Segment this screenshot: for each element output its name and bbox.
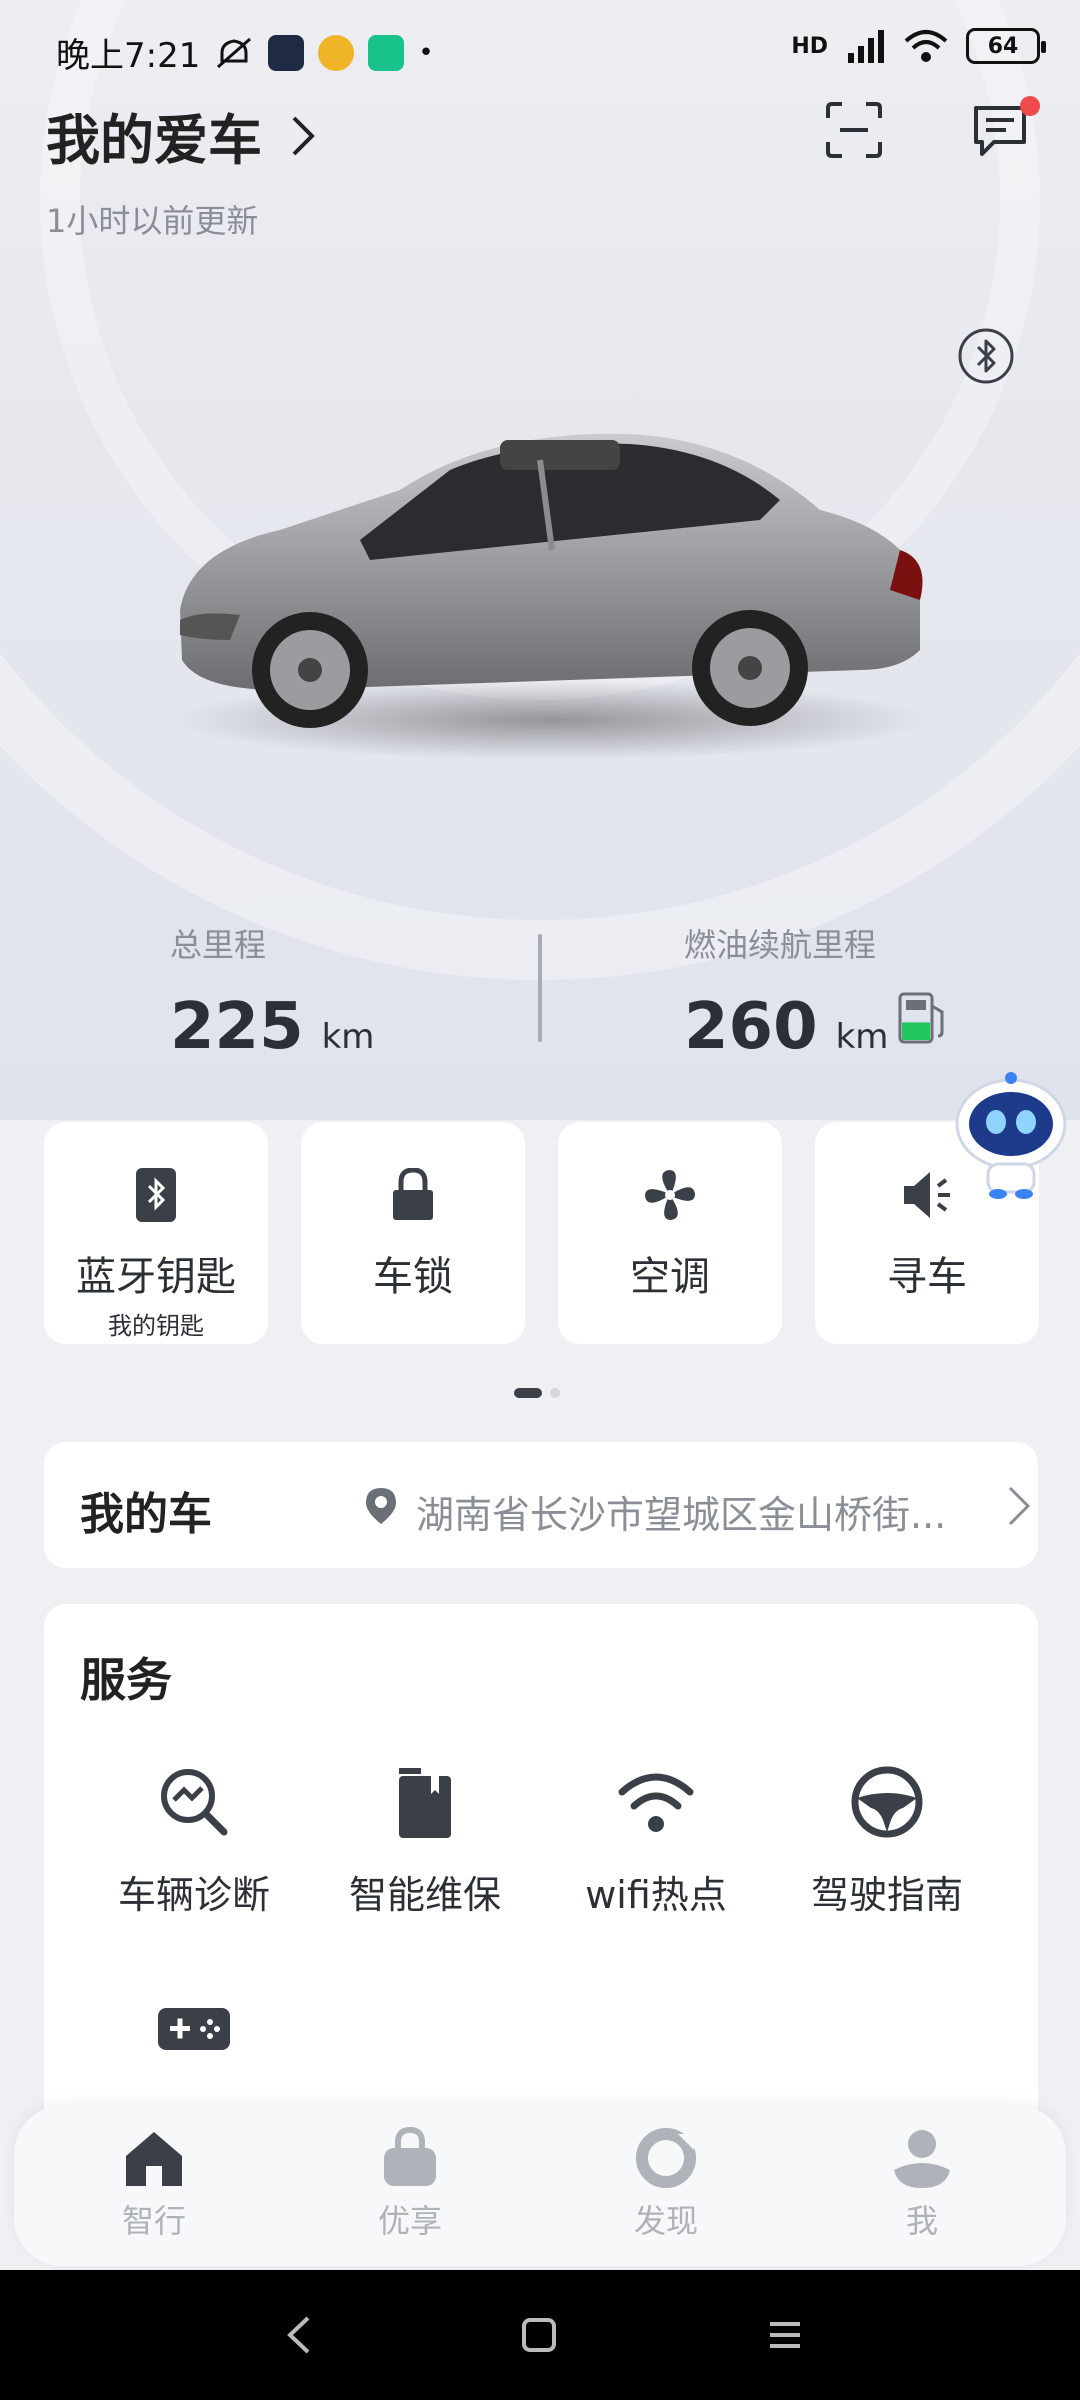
service-smart-maintenance[interactable]: 智能维保 xyxy=(310,1764,540,1919)
fuel-range-value: 260 xyxy=(684,990,818,1064)
messages-button[interactable] xyxy=(970,96,1040,166)
status-bar: 晚上7:21 • HD 64 xyxy=(0,0,1080,100)
bluetooth-icon xyxy=(958,328,1014,384)
page-title: 我的爱车 xyxy=(46,109,262,172)
home-square-icon[interactable] xyxy=(514,2310,564,2360)
service-label: 车辆诊断 xyxy=(117,1873,270,1917)
system-navigation-bar xyxy=(0,2270,1080,2400)
nav-tab-zhixing[interactable]: 智行 xyxy=(94,2126,214,2242)
chevron-right-icon xyxy=(292,116,315,155)
signal-icon xyxy=(848,30,884,63)
services-title: 服务 xyxy=(80,1653,172,1707)
scan-icon xyxy=(826,102,882,158)
page-dot-active xyxy=(514,1388,542,1398)
page-dot xyxy=(550,1388,560,1398)
home-icon xyxy=(126,2132,182,2186)
nav-label: 我 xyxy=(905,2202,938,2240)
lock-icon xyxy=(383,1164,443,1226)
total-mileage: 总里程 225 km xyxy=(170,920,374,1064)
car-image xyxy=(170,433,930,760)
speaker-icon xyxy=(897,1164,957,1226)
status-time: 晚上7:21 xyxy=(56,36,201,76)
nav-tab-me[interactable]: 我 xyxy=(862,2126,982,2242)
fan-icon xyxy=(640,1164,700,1226)
service-label: 驾驶指南 xyxy=(810,1873,963,1917)
car-lock-button[interactable]: 车锁 xyxy=(301,1122,525,1344)
quick-action-label: 空调 xyxy=(630,1254,710,1300)
nav-label: 智行 xyxy=(121,2202,186,2240)
app-notification-icon xyxy=(268,34,305,71)
my-car-location-card[interactable]: 我的车 湖南省长沙市望城区金山桥街... xyxy=(44,1442,1038,1568)
notification-badge xyxy=(1020,96,1040,116)
total-mileage-value: 225 xyxy=(170,990,304,1064)
back-icon[interactable] xyxy=(276,2310,326,2360)
location-pin-icon xyxy=(366,1488,396,1524)
services-card: 服务 车辆诊断 智能维保 wifi热点 驾驶指南 xyxy=(44,1604,1038,2164)
quick-action-label: 蓝牙钥匙 xyxy=(76,1254,236,1300)
menu-icon[interactable] xyxy=(760,2310,810,2360)
fuel-range: 燃油续航里程 260 km xyxy=(684,920,888,1064)
app-notification-icon xyxy=(368,34,405,71)
nav-label: 发现 xyxy=(633,2202,698,2240)
service-vehicle-diagnosis[interactable]: 车辆诊断 xyxy=(79,1764,309,1919)
service-driving-guide[interactable]: 驾驶指南 xyxy=(772,1764,1002,1919)
app-notification-icon xyxy=(318,34,355,71)
bottom-navigation: 智行 优享 发现 我 xyxy=(14,2106,1066,2266)
nav-tab-faxian[interactable]: 发现 xyxy=(606,2126,726,2242)
update-time: 1小时以前更新 xyxy=(46,202,259,240)
air-conditioning-button[interactable]: 空调 xyxy=(558,1122,782,1344)
wifi-status-icon xyxy=(904,30,948,62)
bluetooth-connect-button[interactable] xyxy=(956,326,1016,386)
maintenance-icon xyxy=(387,1764,463,1840)
fuel-range-label: 燃油续航里程 xyxy=(684,926,877,964)
quick-action-label: 车锁 xyxy=(373,1254,453,1300)
quick-action-sublabel: 我的钥匙 xyxy=(108,1312,204,1340)
total-mileage-unit: km xyxy=(321,1017,375,1057)
service-label: 智能维保 xyxy=(348,1873,501,1917)
stats-divider xyxy=(538,934,542,1042)
quick-action-label: 寻车 xyxy=(887,1254,967,1300)
bluetooth-key-icon xyxy=(126,1164,186,1226)
nav-tab-youxiang[interactable]: 优享 xyxy=(350,2126,470,2242)
car-address: 湖南省长沙市望城区金山桥街... xyxy=(416,1493,947,1537)
more-notifications-dot: • xyxy=(418,37,434,68)
diagnosis-icon xyxy=(156,1764,232,1840)
total-mileage-label: 总里程 xyxy=(170,926,267,964)
service-label: wifi热点 xyxy=(585,1873,727,1917)
steering-wheel-icon xyxy=(849,1764,925,1840)
bluetooth-key-button[interactable]: 蓝牙钥匙 我的钥匙 xyxy=(44,1122,268,1344)
wifi-icon xyxy=(618,1764,694,1840)
game-controller-icon[interactable] xyxy=(156,2006,232,2052)
battery-indicator: 64 xyxy=(966,28,1046,64)
bag-icon xyxy=(384,2126,436,2186)
page-indicator xyxy=(514,1388,560,1398)
profile-icon xyxy=(894,2130,950,2188)
my-car-title: 我的车 xyxy=(80,1489,212,1540)
nav-label: 优享 xyxy=(377,2202,442,2240)
fuel-range-unit: km xyxy=(835,1017,889,1057)
network-label: HD xyxy=(791,33,828,59)
fuel-pump-icon xyxy=(898,992,944,1044)
discover-icon xyxy=(636,2128,696,2188)
my-car-header[interactable]: 我的爱车 xyxy=(46,96,318,175)
chevron-right-icon xyxy=(1008,1486,1031,1526)
mute-icon xyxy=(217,37,252,68)
assistant-robot-icon[interactable] xyxy=(952,1070,1070,1200)
scan-button[interactable] xyxy=(824,100,884,160)
service-wifi-hotspot[interactable]: wifi热点 xyxy=(541,1764,771,1919)
